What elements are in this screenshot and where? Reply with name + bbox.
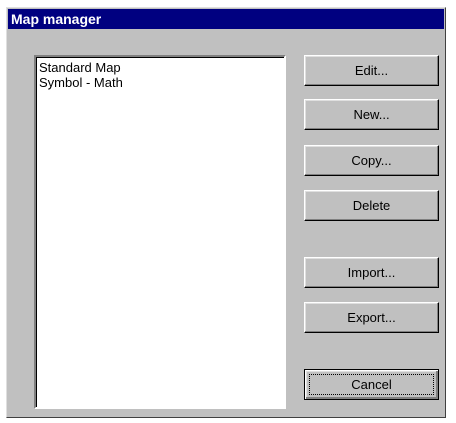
map-manager-dialog: Map manager Standard Map Symbol - Math E… (6, 7, 446, 418)
maps-listbox[interactable]: Standard Map Symbol - Math (34, 55, 286, 409)
import-button-label: Import... (347, 264, 396, 280)
new-button-label: New... (353, 106, 390, 122)
export-button-label: Export... (347, 309, 396, 325)
cancel-button[interactable]: Cancel (304, 369, 439, 400)
copy-button[interactable]: Copy... (304, 145, 439, 176)
list-item-symbol-math[interactable]: Symbol - Math (36, 75, 284, 90)
edit-button-label: Edit... (354, 62, 389, 78)
list-item-standard-map[interactable]: Standard Map (36, 60, 284, 75)
delete-button-label: Delete (352, 197, 391, 213)
import-button[interactable]: Import... (304, 257, 439, 288)
delete-button[interactable]: Delete (304, 190, 439, 221)
dialog-titlebar[interactable]: Map manager (8, 9, 444, 29)
new-button[interactable]: New... (304, 99, 439, 130)
cancel-button-label: Cancel (351, 376, 392, 392)
export-button[interactable]: Export... (304, 302, 439, 333)
dialog-title: Map manager (11, 11, 102, 27)
edit-button[interactable]: Edit... (304, 55, 439, 86)
copy-button-label: Copy... (351, 152, 392, 168)
